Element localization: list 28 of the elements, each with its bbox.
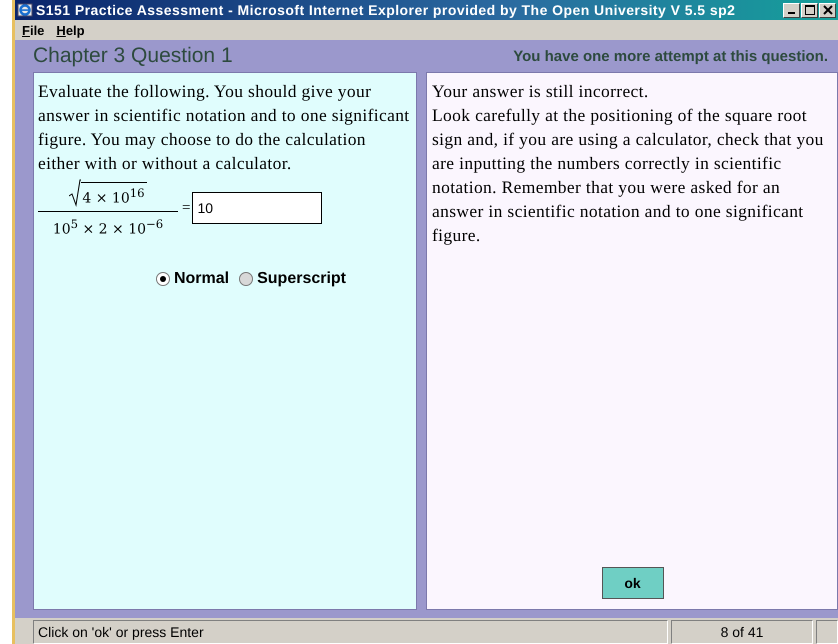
answer-field[interactable]: 10 [192, 192, 322, 224]
question-text: Evaluate the following. You should give your answer in scientific notation and to one significant figure. You may choose to do the calculation either with or without a calculator. [38, 80, 410, 175]
radio-button[interactable] [156, 272, 170, 286]
square-root-icon [69, 179, 82, 207]
minimize-icon [788, 12, 795, 14]
chapter-title: Chapter 3 Question 1 [33, 44, 233, 68]
numerator: 4 × 10$^{16}$ [81, 182, 147, 207]
close-button[interactable] [819, 2, 836, 18]
radio-button[interactable] [239, 272, 254, 286]
minimize-button[interactable] [783, 2, 800, 18]
radio-label: Normal [174, 270, 230, 288]
window-title: S151 Practice Assessment - Microsoft Internet Explorer provided by The Open University V 5.5 sp2 [36, 2, 736, 18]
maximize-icon [804, 5, 814, 15]
feedback-text: Look carefully at the positioning of the square root sign and, if you are using a calculator, check that you are inputting the numbers correctly in scientific notation. Remember that you were asked for an answer in scientific notation and to one significant figure. [432, 104, 825, 247]
menu-item[interactable]: File [22, 22, 44, 38]
equals-sign: = [182, 200, 190, 217]
menu-item[interactable]: Help [56, 22, 85, 38]
question-counter: 8 of 41 [671, 620, 813, 644]
browser-icon [17, 2, 33, 18]
status-panel [816, 620, 838, 644]
close-icon [822, 5, 832, 15]
attempts-notice: You have one more attempt at this question. [513, 48, 828, 64]
radio-label: Superscript [257, 270, 346, 288]
ok-button[interactable]: ok [602, 567, 664, 599]
denominator: 10$^{5}$ × 2 × 10$^{−6}$ [52, 216, 164, 238]
maximize-button[interactable] [801, 2, 818, 18]
status-message: Click on 'ok' or press Enter [33, 620, 668, 644]
feedback-text: Your answer is still incorrect. [432, 80, 650, 103]
